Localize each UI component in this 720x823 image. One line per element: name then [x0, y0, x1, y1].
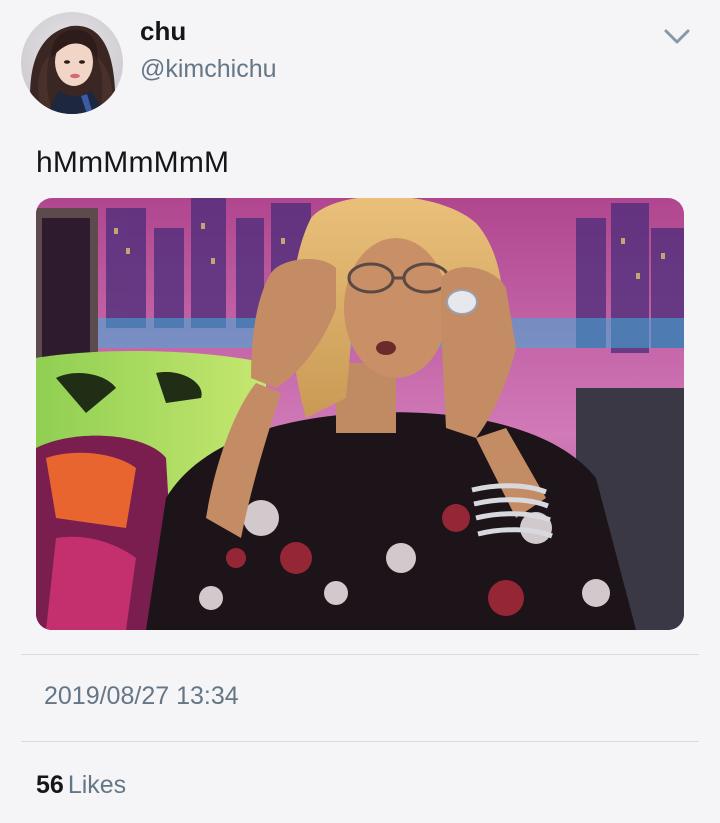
divider	[21, 654, 699, 655]
user-handle[interactable]: @kimchichu	[140, 55, 277, 84]
likes-stat[interactable]: 56 Likes	[36, 771, 126, 800]
tweet-text: hMmMmMmM	[36, 146, 230, 179]
avatar-image	[21, 12, 123, 114]
media-photo	[36, 198, 684, 630]
tweet-card: chu @kimchichu hMmMmMmM 2019/08/27 13:34…	[0, 0, 720, 823]
chevron-down-icon[interactable]	[660, 22, 694, 52]
likes-count: 56	[36, 771, 64, 799]
tweet-timestamp[interactable]: 2019/08/27 13:34	[44, 682, 239, 711]
tweet-media-image[interactable]	[36, 198, 684, 630]
avatar[interactable]	[21, 12, 123, 114]
divider	[21, 741, 699, 742]
display-name[interactable]: chu	[140, 16, 186, 47]
likes-label: Likes	[67, 771, 127, 799]
